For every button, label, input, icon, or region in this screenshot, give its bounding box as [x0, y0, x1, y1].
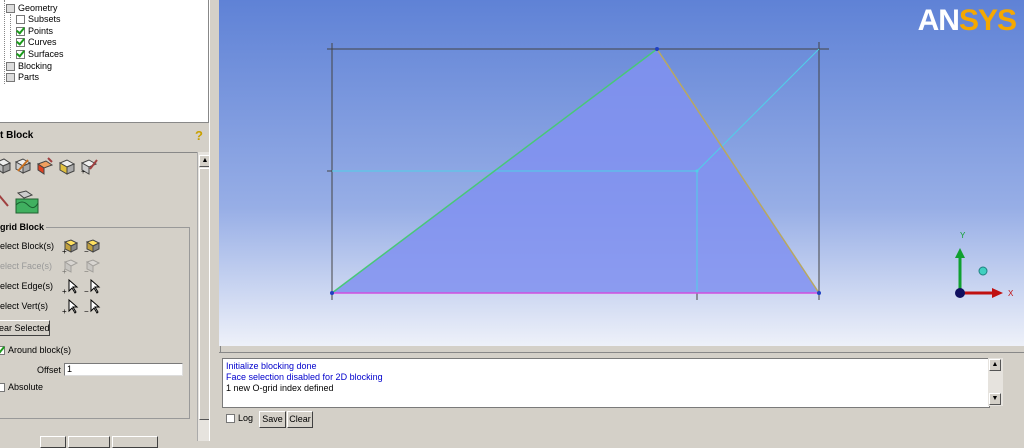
svg-text:−: − — [84, 267, 89, 274]
tree-item-label: Blocking — [18, 61, 53, 71]
checkbox-icon[interactable] — [16, 27, 25, 36]
select-faces-label: elect Face(s) — [0, 261, 53, 271]
checkbox-icon[interactable] — [16, 15, 25, 24]
message-line: Face selection disabled for 2D blocking — [226, 372, 383, 382]
ogrid-edge-diagonal[interactable] — [696, 48, 820, 172]
scroll-up-icon[interactable]: ▲ — [989, 359, 1001, 371]
vertex-point[interactable] — [695, 169, 699, 173]
message-line: Initialize blocking done — [226, 361, 317, 371]
rotation-center-icon[interactable] — [978, 266, 988, 276]
ogrid-block-icon[interactable] — [14, 157, 32, 175]
svg-text:+: + — [62, 287, 67, 294]
tree-connector — [4, 0, 5, 84]
select-verts-label: elect Vert(s) — [0, 301, 49, 311]
around-blocks-option[interactable]: Around block(s) — [0, 345, 71, 356]
message-window[interactable]: Initialize blocking done Face selection … — [222, 358, 990, 408]
svg-text:+: + — [62, 307, 67, 314]
tree-item-blocking[interactable]: Blocking — [6, 61, 52, 72]
checkbox-icon[interactable] — [6, 73, 15, 82]
graphics-viewport[interactable]: Y X ANSYS — [219, 0, 1024, 346]
message-scrollbar[interactable]: ▲ ▼ — [988, 358, 1003, 406]
mesh-quality-icon[interactable] — [14, 189, 40, 215]
tree-item-curves[interactable]: Curves — [16, 37, 57, 48]
tree-item-label: Parts — [18, 72, 40, 82]
tree-item-label: Subsets — [28, 14, 61, 24]
move-vertex-icon[interactable] — [0, 191, 12, 209]
ansys-logo: ANSYS — [917, 4, 1017, 37]
group-title: grid Block — [0, 222, 47, 232]
model-tree: Geometry Subsets Points Curves Surfaces … — [0, 0, 209, 123]
svg-text:+: + — [81, 169, 85, 175]
vertex-point[interactable] — [655, 47, 659, 51]
help-icon[interactable]: ? — [193, 129, 205, 143]
merge-block-icon[interactable] — [36, 157, 54, 175]
clear-selected-button[interactable]: ear Selected — [0, 320, 50, 336]
svg-text:−: − — [84, 287, 89, 294]
split-block-icon[interactable] — [0, 157, 12, 175]
tree-item-label: Curves — [28, 37, 57, 47]
extend-block-icon[interactable] — [58, 157, 76, 175]
y-axis-label: Y — [960, 231, 966, 240]
checkbox-icon[interactable] — [6, 62, 15, 71]
tree-item-subsets[interactable]: Subsets — [16, 14, 61, 25]
save-button[interactable]: Save — [259, 411, 286, 428]
tree-item-label: Surfaces — [28, 49, 64, 59]
checkbox-icon[interactable] — [226, 414, 235, 423]
select-face-add-icon: + — [62, 259, 79, 274]
z-axis-dot — [955, 288, 965, 298]
ok-button[interactable] — [68, 436, 110, 448]
select-face-remove-icon: − — [84, 259, 101, 274]
panel-title: t Block — [0, 130, 34, 141]
checkbox-icon[interactable] — [16, 50, 25, 59]
checkbox-icon[interactable] — [6, 4, 15, 13]
select-vert-add-icon[interactable]: + — [62, 298, 80, 314]
select-edge-remove-icon[interactable]: − — [84, 278, 102, 294]
tree-item-points[interactable]: Points — [16, 26, 53, 37]
tree-connector — [10, 14, 11, 58]
vertex-point[interactable] — [330, 291, 334, 295]
offset-label: Offset — [37, 365, 61, 375]
x-axis-arrow-head — [992, 288, 1003, 298]
absolute-option[interactable]: Absolute — [0, 382, 43, 393]
dismiss-button[interactable] — [112, 436, 158, 448]
select-edge-add-icon[interactable]: + — [62, 278, 80, 294]
message-line: 1 new O-grid index defined — [226, 383, 334, 393]
select-vert-remove-icon[interactable]: − — [84, 298, 102, 314]
svg-text:+: + — [62, 247, 67, 254]
x-axis-label: X — [1008, 289, 1014, 298]
log-checkbox[interactable]: Log — [226, 413, 253, 424]
select-block-remove-icon[interactable]: − — [84, 238, 102, 254]
y-axis-arrow-head — [955, 248, 965, 258]
clear-button[interactable]: Clear — [287, 411, 313, 428]
svg-text:−: − — [84, 307, 89, 314]
select-blocks-label: elect Block(s) — [0, 241, 55, 251]
tree-item-geometry[interactable]: Geometry — [6, 3, 58, 14]
checkbox-icon[interactable] — [0, 383, 5, 392]
tree-item-surfaces[interactable]: Surfaces — [16, 49, 64, 60]
tree-item-label: Geometry — [18, 3, 58, 13]
checkbox-icon[interactable] — [0, 346, 5, 355]
select-edges-label: elect Edge(s) — [0, 281, 54, 291]
model-canvas[interactable]: Y X — [219, 0, 1024, 346]
scroll-down-icon[interactable]: ▼ — [989, 393, 1001, 405]
edit-block-icon[interactable]: + — [80, 157, 98, 175]
select-block-add-icon[interactable]: + — [62, 238, 80, 254]
svg-text:−: − — [84, 247, 89, 254]
tree-item-parts[interactable]: Parts — [6, 72, 39, 83]
axis-triad: Y X — [955, 231, 1014, 298]
svg-text:+: + — [62, 267, 67, 274]
vertex-point[interactable] — [817, 291, 821, 295]
apply-button[interactable] — [40, 436, 66, 448]
block-panel: + grid Block elect Block(s) + − elect Fa… — [0, 152, 197, 448]
offset-input[interactable]: 1 — [64, 363, 183, 376]
tree-item-label: Points — [28, 26, 54, 36]
checkbox-icon[interactable] — [16, 38, 25, 47]
